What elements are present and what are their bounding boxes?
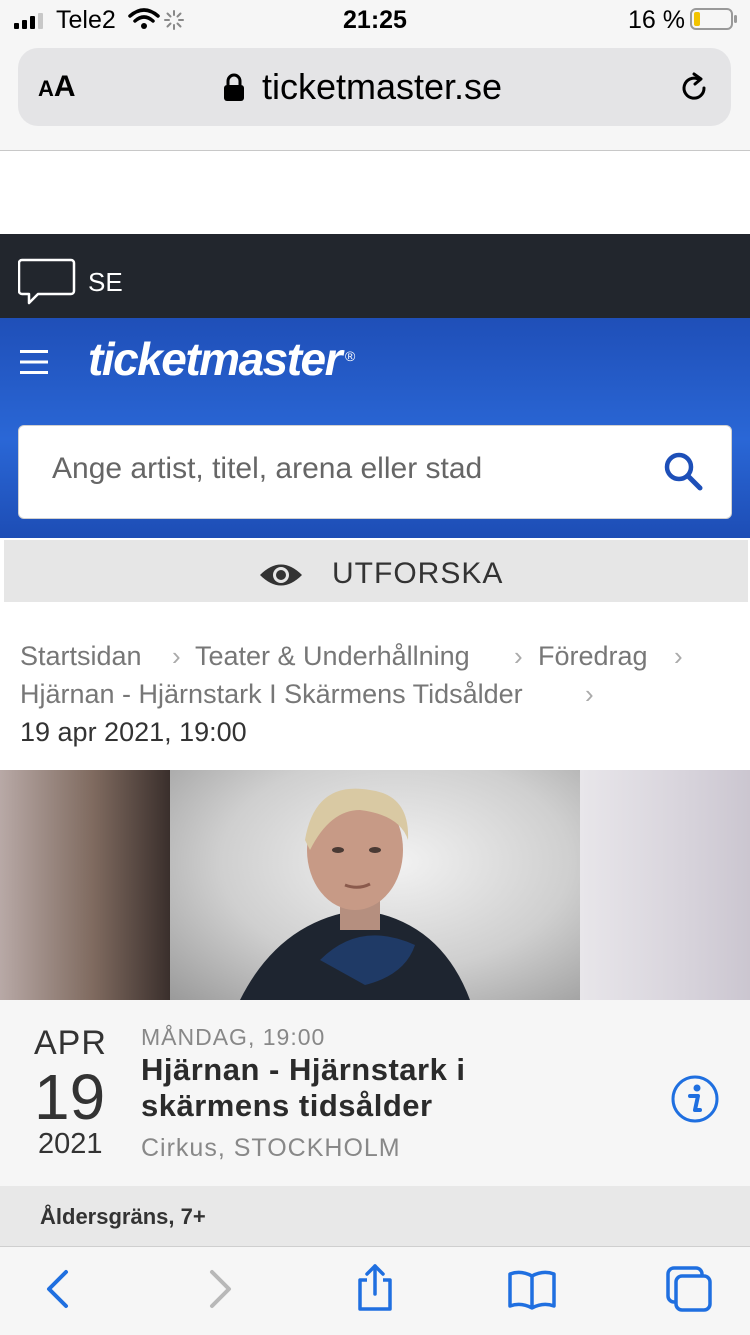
reload-icon[interactable] bbox=[676, 70, 712, 106]
breadcrumb-chevron-icon: › bbox=[585, 679, 594, 709]
page-top-spacer bbox=[0, 151, 750, 234]
search-input[interactable] bbox=[52, 452, 632, 486]
eye-icon bbox=[260, 564, 302, 586]
registered-mark: ® bbox=[345, 348, 356, 364]
event-title-line1[interactable]: Hjärnan - Hjärnstark i bbox=[141, 1052, 466, 1088]
breadcrumb-subcategory[interactable]: Föredrag bbox=[538, 641, 648, 672]
back-icon[interactable] bbox=[34, 1264, 84, 1314]
event-venue: Cirkus, STOCKHOLM bbox=[141, 1134, 401, 1162]
event-month: APR bbox=[34, 1024, 107, 1062]
age-limit: Åldersgräns, 7+ bbox=[40, 1204, 206, 1229]
event-weekday-time: MÅNDAG, 19:00 bbox=[141, 1024, 326, 1050]
bookmarks-icon[interactable] bbox=[507, 1264, 557, 1314]
explore-label[interactable]: UTFORSKA bbox=[332, 557, 503, 591]
breadcrumb-home[interactable]: Startsidan bbox=[20, 641, 142, 672]
breadcrumb-date: 19 apr 2021, 19:00 bbox=[20, 717, 247, 747]
breadcrumb-category[interactable]: Teater & Underhållning bbox=[195, 641, 470, 672]
event-day: 19 bbox=[34, 1061, 106, 1133]
hero-photo bbox=[170, 770, 580, 1000]
portrait-illustration bbox=[240, 788, 470, 1000]
search-icon[interactable] bbox=[662, 450, 704, 492]
event-title-line2[interactable]: skärmens tidsålder bbox=[141, 1088, 433, 1124]
event-hero-image bbox=[0, 770, 750, 1000]
breadcrumb-chevron-icon: › bbox=[674, 641, 683, 671]
share-icon[interactable] bbox=[350, 1262, 400, 1312]
info-icon[interactable] bbox=[670, 1074, 720, 1124]
battery-icon bbox=[690, 8, 737, 30]
page-domain[interactable]: ticketmaster.se bbox=[262, 66, 502, 108]
breadcrumb-event[interactable]: Hjärnan - Hjärnstark I Skärmens Tidsålde… bbox=[20, 679, 523, 710]
battery-percentage: 16 % bbox=[628, 6, 685, 34]
chat-bubble-icon[interactable] bbox=[18, 257, 76, 307]
ticketmaster-logo[interactable]: ticketmaster bbox=[88, 332, 343, 386]
breadcrumb-chevron-icon: › bbox=[172, 641, 181, 671]
forward-icon[interactable] bbox=[194, 1264, 244, 1314]
lock-icon bbox=[224, 73, 244, 101]
tabs-icon[interactable] bbox=[664, 1264, 714, 1314]
hero-blur-right bbox=[580, 770, 750, 1000]
language-selector[interactable]: SE bbox=[88, 267, 123, 298]
text-size-button[interactable]: AA bbox=[38, 70, 76, 104]
hamburger-icon[interactable] bbox=[20, 348, 48, 376]
breadcrumb-chevron-icon: › bbox=[514, 641, 523, 671]
event-year: 2021 bbox=[38, 1128, 103, 1160]
hero-blur-left bbox=[0, 770, 170, 1000]
